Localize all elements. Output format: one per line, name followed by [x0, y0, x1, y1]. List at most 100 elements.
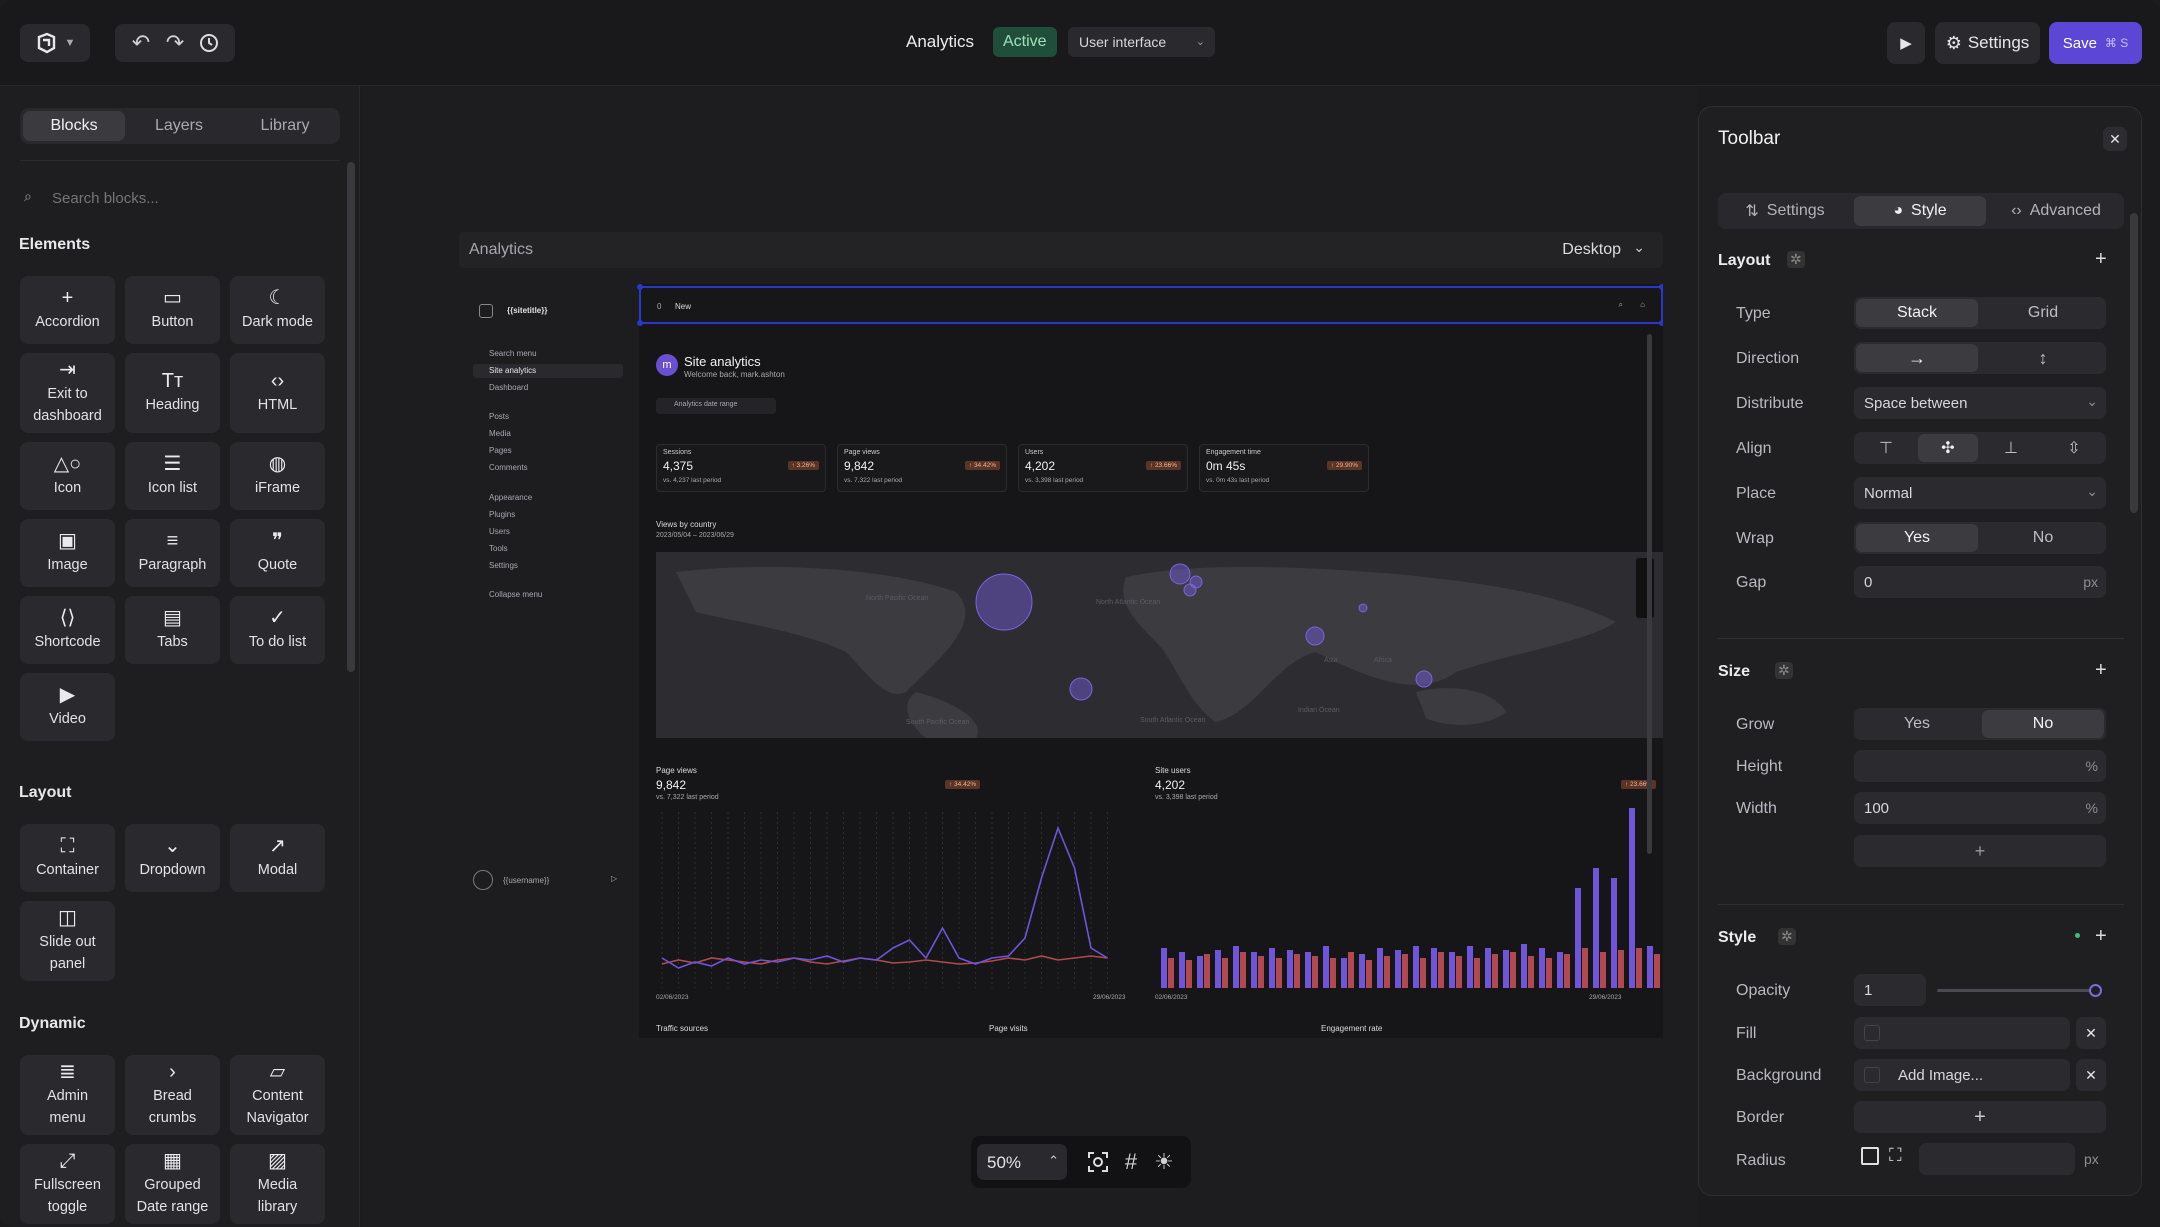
- radius-all-icon[interactable]: [1861, 1147, 1879, 1165]
- block-tile-slide-out-panel[interactable]: ◫ Slide out panel: [20, 901, 115, 981]
- color-swatch[interactable]: [1864, 1025, 1880, 1041]
- app-menu-button[interactable]: ▼: [20, 24, 90, 62]
- preview-nav-item[interactable]: Users: [473, 525, 623, 539]
- opacity-input[interactable]: 1: [1854, 974, 1926, 1006]
- block-tile-heading[interactable]: Tт Heading: [125, 353, 220, 433]
- block-tile-modal[interactable]: ↗ Modal: [230, 824, 325, 892]
- preview-nav-item[interactable]: Settings: [473, 559, 623, 573]
- image-swatch[interactable]: [1864, 1067, 1880, 1083]
- block-tile-media-library[interactable]: ▨ Media library: [230, 1144, 325, 1224]
- add-icon[interactable]: +: [2095, 659, 2107, 682]
- preview-nav-item[interactable]: Site analytics: [473, 364, 623, 378]
- block-tile-admin-menu[interactable]: ≣ Admin menu: [20, 1055, 115, 1135]
- preview-nav-item[interactable]: Collapse menu: [473, 588, 623, 602]
- block-tile-button[interactable]: ▭ Button: [125, 276, 220, 344]
- add-size-button[interactable]: +: [1854, 835, 2106, 867]
- device-select-value[interactable]: Desktop: [1562, 241, 1621, 259]
- type-grid[interactable]: Grid: [1982, 299, 2104, 327]
- responsive-icon[interactable]: ✲: [1778, 928, 1796, 945]
- tab-layers[interactable]: Layers: [128, 111, 230, 141]
- resize-handle[interactable]: [637, 284, 643, 290]
- preview-nav-item[interactable]: Media: [473, 427, 623, 441]
- save-button[interactable]: Save ⌘ S: [2049, 22, 2142, 64]
- tab-advanced[interactable]: ‹› Advanced: [1990, 196, 2122, 226]
- block-tile-video[interactable]: ▶ Video: [20, 673, 115, 741]
- block-tile-dropdown[interactable]: ⌄ Dropdown: [125, 824, 220, 892]
- inspector-scrollbar[interactable]: [2130, 213, 2138, 513]
- sun-icon[interactable]: ☀: [1151, 1148, 1177, 1176]
- resize-handle[interactable]: [637, 320, 643, 326]
- resize-handle[interactable]: [1659, 320, 1663, 326]
- undo-icon[interactable]: ↶: [124, 30, 158, 56]
- preview-nav-item[interactable]: Pages: [473, 444, 623, 458]
- preview-nav-item[interactable]: Appearance: [473, 491, 623, 505]
- world-map[interactable]: North Pacific Ocean North Atlantic Ocean S…: [656, 552, 1663, 738]
- history-icon[interactable]: [192, 32, 226, 54]
- block-tile-html[interactable]: ‹› HTML: [230, 353, 325, 433]
- block-tile-quote[interactable]: ❞ Quote: [230, 519, 325, 587]
- gap-input[interactable]: 0 px: [1854, 566, 2106, 598]
- block-tile-exit-to-dashboard[interactable]: ⇥ Exit to dashboard: [20, 353, 115, 433]
- grow-no[interactable]: No: [1982, 710, 2104, 738]
- wrap-yes[interactable]: Yes: [1856, 524, 1978, 552]
- block-tile-paragraph[interactable]: ≡ Paragraph: [125, 519, 220, 587]
- width-input[interactable]: 100 %: [1854, 792, 2106, 824]
- preview-frame[interactable]: {{sitetitle}} Search menu Site analytics D…: [459, 284, 1663, 1038]
- clear-background-icon[interactable]: ✕: [2076, 1059, 2106, 1091]
- block-tile-iframe[interactable]: ◍ iFrame: [230, 442, 325, 510]
- fill-input[interactable]: [1854, 1017, 2070, 1049]
- preview-nav-item[interactable]: Posts: [473, 410, 623, 424]
- background-input[interactable]: Add Image...: [1854, 1059, 2070, 1091]
- add-icon[interactable]: +: [2095, 248, 2107, 271]
- redo-icon[interactable]: ↷: [158, 30, 192, 56]
- block-tile-bread-crumbs[interactable]: › Bread crumbs: [125, 1055, 220, 1135]
- arrow-right-icon[interactable]: →: [1856, 344, 1978, 372]
- preview-scrollbar[interactable]: [1647, 334, 1652, 854]
- opacity-slider-thumb[interactable]: [2089, 984, 2102, 997]
- mode-select[interactable]: User interface ⌄: [1068, 27, 1215, 57]
- grow-yes[interactable]: Yes: [1856, 710, 1978, 738]
- add-border-button[interactable]: +: [1854, 1101, 2106, 1133]
- align-center-icon[interactable]: ✣: [1918, 434, 1978, 462]
- wrap-no[interactable]: No: [1982, 524, 2104, 552]
- radius-input[interactable]: [1919, 1143, 2075, 1175]
- tab-blocks[interactable]: Blocks: [23, 111, 125, 141]
- add-icon[interactable]: +: [2095, 925, 2107, 948]
- chevron-down-icon[interactable]: ⌄: [1633, 239, 1645, 256]
- block-tile-container[interactable]: ⛶ Container: [20, 824, 115, 892]
- block-tile-icon[interactable]: △○ Icon: [20, 442, 115, 510]
- date-range-button[interactable]: Analytics date range: [656, 398, 776, 414]
- preview-toolbar-selected[interactable]: 0 New ⌕ ⌂: [637, 284, 1663, 326]
- design-canvas[interactable]: Analytics Desktop ⌄ {{sitetitle}} Search…: [361, 86, 1698, 1227]
- place-select[interactable]: Normal ⌄: [1854, 477, 2106, 509]
- arrow-vertical-icon[interactable]: ↕: [1982, 344, 2104, 372]
- responsive-icon[interactable]: ✲: [1775, 662, 1793, 679]
- radius-corners-icon[interactable]: ⛶: [1889, 1145, 1902, 1166]
- distribute-select[interactable]: Space between ⌄: [1854, 387, 2106, 419]
- type-stack[interactable]: Stack: [1856, 299, 1978, 327]
- settings-button[interactable]: ⚙ Settings: [1935, 22, 2040, 64]
- block-tile-grouped-date-range[interactable]: ▦ Grouped Date range: [125, 1144, 220, 1224]
- align-stretch-icon[interactable]: ⇳: [2044, 434, 2104, 462]
- preview-nav-item[interactable]: Search menu: [473, 347, 623, 361]
- block-tile-image[interactable]: ▣ Image: [20, 519, 115, 587]
- preview-nav-item[interactable]: Tools: [473, 542, 623, 556]
- align-bottom-icon[interactable]: ⊥: [1981, 434, 2041, 462]
- block-tile-tabs[interactable]: ▤ Tabs: [125, 596, 220, 664]
- responsive-icon[interactable]: ✲: [1787, 251, 1805, 268]
- preview-nav-item[interactable]: Plugins: [473, 508, 623, 522]
- block-tile-accordion[interactable]: + Accordion: [20, 276, 115, 344]
- align-top-icon[interactable]: ⊤: [1856, 434, 1916, 462]
- block-tile-dark-mode[interactable]: ☾ Dark mode: [230, 276, 325, 344]
- preview-nav-item[interactable]: Comments: [473, 461, 623, 475]
- preview-button[interactable]: ▶: [1887, 22, 1925, 64]
- panel-scrollbar[interactable]: [347, 162, 355, 672]
- zoom-select[interactable]: 50% ⌃: [977, 1144, 1067, 1180]
- resize-handle[interactable]: [1659, 284, 1663, 290]
- tab-settings[interactable]: ⇅ Settings: [1721, 196, 1849, 226]
- block-tile-content-navigator[interactable]: ▱ Content Navigator: [230, 1055, 325, 1135]
- search-input[interactable]: [52, 184, 332, 212]
- block-tile-to-do-list[interactable]: ✓ To do list: [230, 596, 325, 664]
- close-icon[interactable]: ✕: [2103, 127, 2127, 151]
- focus-icon[interactable]: [1086, 1150, 1110, 1174]
